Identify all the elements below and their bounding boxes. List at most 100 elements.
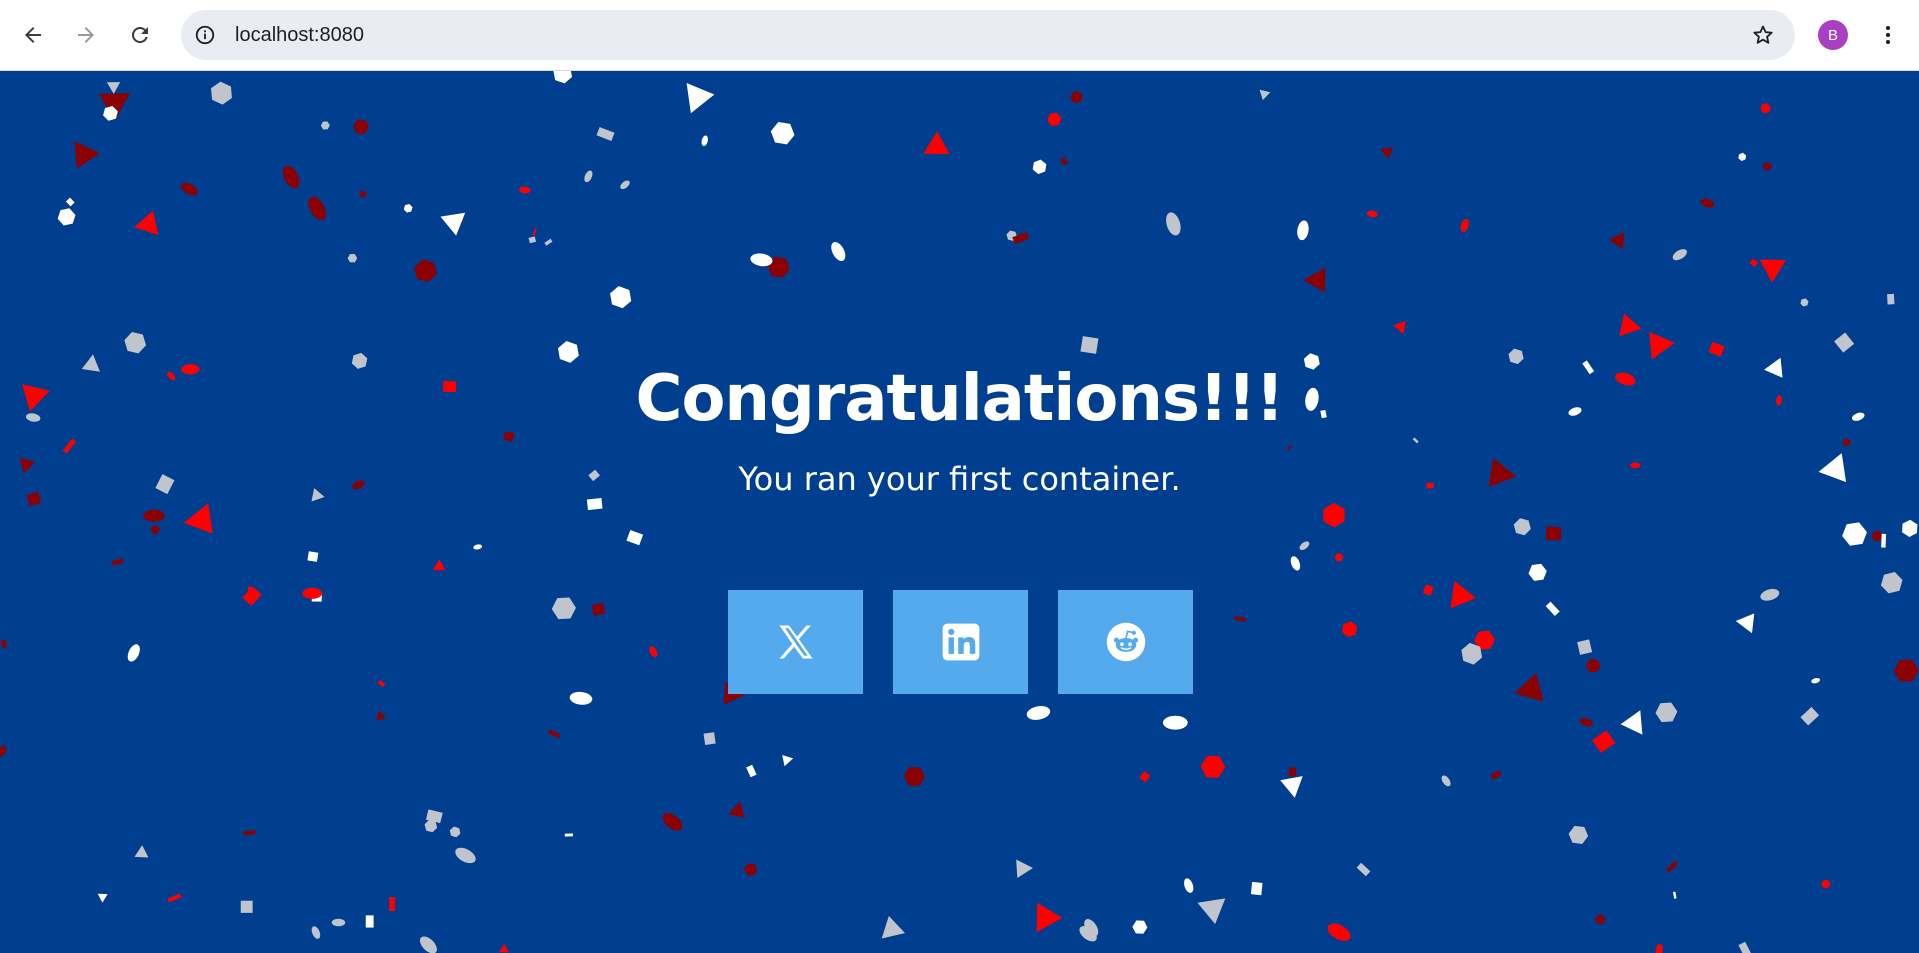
address-bar[interactable]: localhost:8080 [181,10,1795,60]
confetti-piece [1259,89,1271,101]
confetti-piece [414,259,437,283]
confetti-piece [1047,112,1062,127]
confetti-piece [1450,580,1477,609]
confetti-piece [610,286,632,309]
share-reddit-button[interactable] [1058,590,1193,694]
confetti-piece [626,530,644,546]
confetti-piece [703,732,716,746]
confetti-piece [127,644,140,662]
confetti-piece [1139,771,1151,783]
confetti-piece [240,900,253,913]
confetti-piece [377,679,386,688]
confetti-piece [1290,556,1301,571]
confetti-piece [1760,103,1771,114]
confetti-piece [1545,601,1560,616]
confetti-piece [662,812,683,831]
browser-toolbar: localhost:8080 B [0,0,1919,71]
confetti-piece [1528,563,1547,581]
confetti-piece [432,559,446,571]
star-icon[interactable] [1751,23,1775,47]
confetti-piece [1200,755,1226,778]
confetti-piece [746,764,757,778]
confetti-piece [1341,621,1358,638]
confetti-piece [308,196,326,220]
confetti-piece [1059,157,1069,166]
confetti-piece [1759,259,1786,283]
confetti-piece [1080,336,1099,354]
confetti-piece [62,438,77,454]
forward-button[interactable] [66,15,106,55]
confetti-piece [569,691,593,705]
url-text[interactable]: localhost:8080 [235,10,364,60]
back-button[interactable] [13,15,53,55]
confetti-piece [1197,898,1226,925]
confetti-piece [744,863,758,876]
confetti-piece [782,754,794,767]
share-linkedin-button[interactable] [893,590,1028,694]
confetti-piece [586,497,603,511]
page-subtitle: You ran your first container. [738,460,1181,498]
confetti-piece [57,208,76,226]
confetti-piece [1016,859,1033,879]
page-title: Congratulations!!! [635,362,1284,436]
confetti-piece [282,165,300,189]
confetti-piece [528,236,537,244]
confetti-piece [1288,767,1297,777]
confetti-piece [544,238,553,246]
reload-button[interactable] [120,15,160,55]
confetti-piece [347,253,358,263]
browser-menu-button[interactable] [1870,15,1906,55]
confetti-piece [1738,941,1752,953]
confetti-piece [97,893,108,903]
confetti-piece [1708,341,1725,357]
confetti-piece [1760,588,1780,601]
confetti-piece [553,71,573,84]
confetti-piece [1595,914,1606,925]
confetti-piece [1184,878,1194,893]
confetti-piece [389,897,396,912]
confetti-piece [1608,232,1625,250]
confetti-piece [1032,159,1047,175]
confetti-piece [243,830,256,836]
share-x-button[interactable] [728,590,863,694]
profile-avatar[interactable]: B [1818,20,1848,50]
confetti-piece [584,170,593,183]
confetti-piece [498,943,509,953]
confetti-piece [1592,730,1616,753]
forward-arrow-icon [78,27,94,43]
confetti-piece [419,936,437,953]
confetti-piece [1166,212,1181,236]
confetti-piece [591,602,606,616]
x-twitter-icon [779,625,812,659]
confetti-piece [686,83,715,114]
confetti-piece [183,503,213,534]
confetti-piece [1026,706,1051,720]
confetti-piece [1393,320,1406,334]
confetti-piece [547,729,561,739]
confetti-piece [1673,891,1677,899]
confetti-piece [353,119,369,135]
confetti-piece [1297,220,1309,241]
info-icon[interactable] [193,23,217,47]
confetti-piece [181,182,198,196]
confetti-piece [1334,553,1344,562]
confetti-piece [331,918,346,927]
confetti-piece [518,186,531,194]
confetti-piece [1514,672,1544,702]
confetti-piece [143,509,165,522]
reload-icon [132,26,148,43]
confetti-piece [211,81,232,105]
confetti-piece [134,845,149,858]
confetti-piece [403,203,413,213]
confetti-piece [124,332,147,354]
confetti-piece [307,551,319,562]
confetti-piece [1811,678,1821,684]
confetti-piece [1162,715,1188,730]
confetti-piece [1585,658,1601,673]
kebab-menu-icon [1886,26,1890,44]
confetti-piece [1655,943,1663,953]
confetti-piece [564,833,574,837]
confetti-piece [1800,706,1820,726]
confetti-piece [1887,293,1895,305]
confetti-piece [111,558,124,566]
